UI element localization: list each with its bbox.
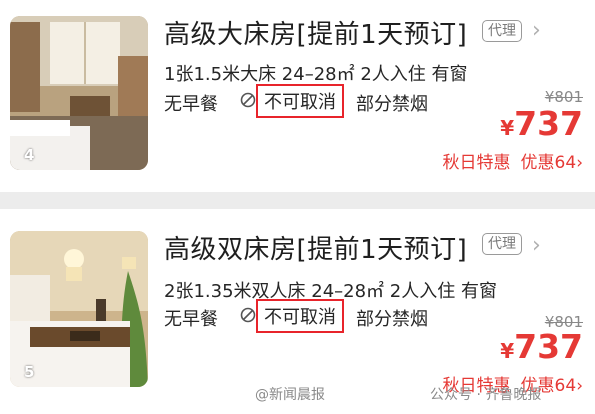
chevron-right-icon[interactable]: ›	[532, 18, 541, 43]
currency-symbol: ¥	[500, 339, 515, 363]
room-title[interactable]: 高级大床房[提前1天预订]	[164, 14, 467, 51]
no-cancel-icon	[240, 92, 256, 108]
promo-line[interactable]: 秋日特惠 优惠64›	[443, 148, 583, 173]
room-title[interactable]: 高级双床房[提前1天预订]	[164, 229, 467, 266]
watermark-left: @新闻晨报	[255, 387, 325, 403]
photo-count: 5	[24, 363, 35, 381]
breakfast-label: 无早餐	[164, 309, 218, 330]
cancel-policy-label: 不可取消	[264, 307, 336, 328]
current-price: ¥737	[500, 327, 583, 366]
discount-chevron-icon: ›	[576, 376, 583, 396]
price-value: 737	[514, 104, 583, 143]
watermark-right: 公众号 · 齐鲁晚报	[430, 387, 542, 403]
cancel-policy-highlight: 不可取消	[256, 84, 344, 118]
currency-symbol: ¥	[500, 116, 515, 140]
room-card[interactable]: 4 高级大床房[提前1天预订] 代理 › 1张1.5米大床 24–28㎡ 2人入…	[0, 0, 595, 192]
discount-label: 优惠64	[520, 153, 577, 173]
breakfast-label: 无早餐	[164, 94, 218, 115]
price-value: 737	[514, 327, 583, 366]
room-photo[interactable]: 5	[10, 231, 148, 387]
discount-chevron-icon: ›	[576, 153, 583, 173]
agent-badge: 代理	[482, 20, 522, 42]
no-cancel-icon	[240, 307, 256, 323]
smoking-policy-label: 部分禁烟	[356, 94, 428, 115]
agent-badge: 代理	[482, 233, 522, 255]
chevron-right-icon[interactable]: ›	[532, 233, 541, 258]
cancel-policy-highlight: 不可取消	[256, 299, 344, 333]
smoking-policy-label: 部分禁烟	[356, 309, 428, 330]
cancel-policy-label: 不可取消	[264, 92, 336, 113]
current-price: ¥737	[500, 104, 583, 143]
promo-label: 秋日特惠	[442, 153, 511, 173]
photo-count: 4	[24, 146, 35, 164]
room-info: 1张1.5米大床 24–28㎡ 2人入住 有窗	[164, 64, 468, 85]
room-photo[interactable]: 4	[10, 16, 148, 170]
